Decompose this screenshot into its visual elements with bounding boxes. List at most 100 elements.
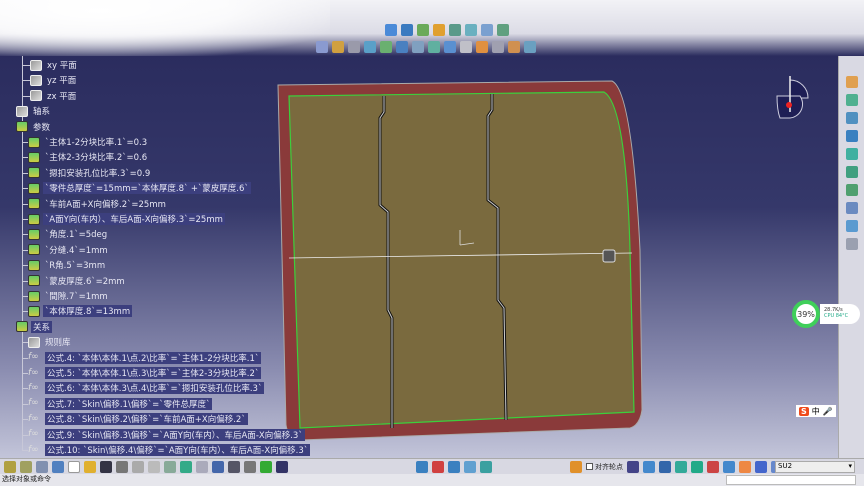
tool-icon[interactable]	[845, 166, 858, 178]
save-icon[interactable]	[100, 460, 112, 473]
tool-icon[interactable]	[570, 460, 582, 473]
tool-icon[interactable]	[845, 130, 858, 142]
tool-icon[interactable]	[845, 238, 858, 250]
tool-icon[interactable]	[432, 460, 444, 473]
tool-icon[interactable]	[332, 41, 344, 53]
cpu-monitor-widget[interactable]: 39% 28.7K/s CPU 84°C	[792, 300, 860, 328]
tree-item-formula[interactable]: f∞ 公式.7: `Skin\偏移.1\偏移`=`零件总厚度`	[28, 397, 213, 411]
tool-icon[interactable]	[845, 184, 858, 196]
tool-icon[interactable]	[691, 460, 703, 473]
tool-icon[interactable]	[348, 41, 360, 53]
tree-item-formula[interactable]: f∞ 公式.10: `Skin\偏移.4\偏移`=`A面Y向(车内）、车后A面-X…	[28, 443, 310, 457]
tree-item-parameter[interactable]: `分缝.4`=1mm	[28, 243, 110, 257]
undo-icon[interactable]	[180, 460, 192, 473]
tree-item-parameter[interactable]: `角度.1`=5deg	[28, 227, 109, 241]
tree-item-parameter[interactable]: `A面Y向(车内）、车后A面-X向偏移.3`=25mm	[28, 212, 225, 226]
tool-icon[interactable]	[497, 24, 509, 36]
tool-icon[interactable]	[480, 460, 492, 473]
ime-mode[interactable]: 中	[812, 406, 820, 417]
tool-icon[interactable]	[449, 24, 461, 36]
tool-icon[interactable]	[845, 220, 858, 232]
tree-item-parameter[interactable]: `摁扣安装孔位比率.3`=0.9	[28, 166, 152, 180]
cut-icon[interactable]	[132, 460, 144, 473]
comment-icon[interactable]	[244, 460, 256, 473]
tool-icon[interactable]	[20, 460, 32, 473]
tree-item-parameter[interactable]: `蒙皮厚度.6`=2mm	[28, 274, 127, 288]
tool-icon[interactable]	[416, 460, 428, 473]
tool-icon[interactable]	[845, 76, 858, 88]
tool-icon[interactable]	[481, 24, 493, 36]
tool-icon[interactable]	[380, 41, 392, 53]
tree-item-formula[interactable]: f∞ 公式.4: `本体\本体.1\点.2\比率`=`主体1-2分块比率.1`	[28, 351, 262, 365]
new-icon[interactable]	[68, 460, 80, 473]
tool-icon[interactable]	[260, 460, 272, 473]
tool-icon[interactable]	[401, 24, 413, 36]
tree-item-plane[interactable]: yz 平面	[30, 73, 78, 87]
tree-item-relations[interactable]: 关系	[16, 320, 53, 334]
tree-item-axis-system[interactable]: 轴系	[16, 104, 52, 118]
tree-item-parameter[interactable]: `主体1-2分块比率.1`=0.3	[28, 135, 149, 149]
print-icon[interactable]	[116, 460, 128, 473]
formula-icon[interactable]	[228, 460, 240, 473]
tree-item-parameter[interactable]: `主体2-3分块比率.2`=0.6	[28, 150, 149, 164]
paste-icon[interactable]	[164, 460, 176, 473]
tool-icon[interactable]	[412, 41, 424, 53]
open-icon[interactable]	[84, 460, 96, 473]
tool-icon[interactable]	[433, 24, 445, 36]
tool-icon[interactable]	[448, 460, 460, 473]
tool-icon[interactable]	[845, 94, 858, 106]
tool-icon[interactable]	[476, 41, 488, 53]
tool-icon[interactable]	[396, 41, 408, 53]
tool-icon[interactable]	[428, 41, 440, 53]
tool-icon[interactable]	[508, 41, 520, 53]
command-input[interactable]	[726, 475, 856, 485]
redo-icon[interactable]	[196, 460, 208, 473]
copy-icon[interactable]	[148, 460, 160, 473]
tree-item-formula[interactable]: f∞ 公式.9: `Skin\偏移.3\偏移`=`A面Y向(车内）、车后A面-X向…	[28, 428, 305, 442]
tree-item-parameters[interactable]: 参数	[16, 120, 52, 134]
tool-icon[interactable]	[845, 148, 858, 160]
tool-icon[interactable]	[524, 41, 536, 53]
tool-icon[interactable]	[460, 41, 472, 53]
tool-icon[interactable]	[492, 41, 504, 53]
snap-point-checkbox[interactable]: 对齐轮点	[586, 462, 623, 472]
layer-select[interactable]: SU2 ▾	[775, 461, 855, 473]
tree-item-plane[interactable]: zx 平面	[30, 89, 78, 103]
tool-icon[interactable]	[364, 41, 376, 53]
tool-icon[interactable]	[385, 24, 397, 36]
tool-icon[interactable]	[4, 460, 16, 473]
tree-item-parameter[interactable]: `R角.5`=3mm	[28, 258, 107, 272]
tool-icon[interactable]	[465, 24, 477, 36]
tree-item-formula[interactable]: f∞ 公式.5: `本体\本体.1\点.3\比率`=`主体2-3分块比率.2`	[28, 366, 262, 380]
tree-item-parameter[interactable]: `間隙.7`=1mm	[28, 289, 110, 303]
tree-item-parameter[interactable]: `零件总厚度`=15mm=`本体厚度.8` +`蒙皮厚度.6`	[28, 181, 251, 195]
tool-icon[interactable]	[675, 460, 687, 473]
tool-icon[interactable]	[723, 460, 735, 473]
tree-item-parameter[interactable]: `车前A面+X向偏移.2`=25mm	[28, 197, 168, 211]
tree-item-plane[interactable]: xy 平面	[30, 58, 79, 72]
tool-icon[interactable]	[659, 460, 671, 473]
mic-icon[interactable]: 🎤	[823, 407, 833, 416]
compass-icon[interactable]	[776, 76, 809, 119]
tree-item-rules[interactable]: 规则库	[28, 335, 73, 349]
tool-icon[interactable]	[845, 202, 858, 214]
tool-icon[interactable]	[36, 460, 48, 473]
parameter-icon	[28, 244, 40, 256]
tool-icon[interactable]	[316, 41, 328, 53]
tool-icon[interactable]	[52, 460, 64, 473]
tool-icon[interactable]	[755, 460, 767, 473]
tree-item-formula[interactable]: f∞ 公式.8: `Skin\偏移.2\偏移`=`车前A面+X向偏移.2`	[28, 412, 248, 426]
tool-icon[interactable]	[739, 460, 751, 473]
tool-icon[interactable]	[707, 460, 719, 473]
ime-toolbar[interactable]: S 中 🎤	[796, 405, 836, 417]
tool-icon[interactable]	[464, 460, 476, 473]
tool-icon[interactable]	[627, 460, 639, 473]
tree-item-formula[interactable]: f∞ 公式.6: `本体\本体.3\点.4\比率`=`摁扣安装孔位比率.3`	[28, 381, 265, 395]
help-icon[interactable]	[212, 460, 224, 473]
tool-icon[interactable]	[276, 460, 288, 473]
tool-icon[interactable]	[444, 41, 456, 53]
tool-icon[interactable]	[845, 112, 858, 124]
tool-icon[interactable]	[643, 460, 655, 473]
tool-icon[interactable]	[417, 24, 429, 36]
tree-item-parameter[interactable]: `本体厚度.8`=13mm	[28, 304, 133, 318]
